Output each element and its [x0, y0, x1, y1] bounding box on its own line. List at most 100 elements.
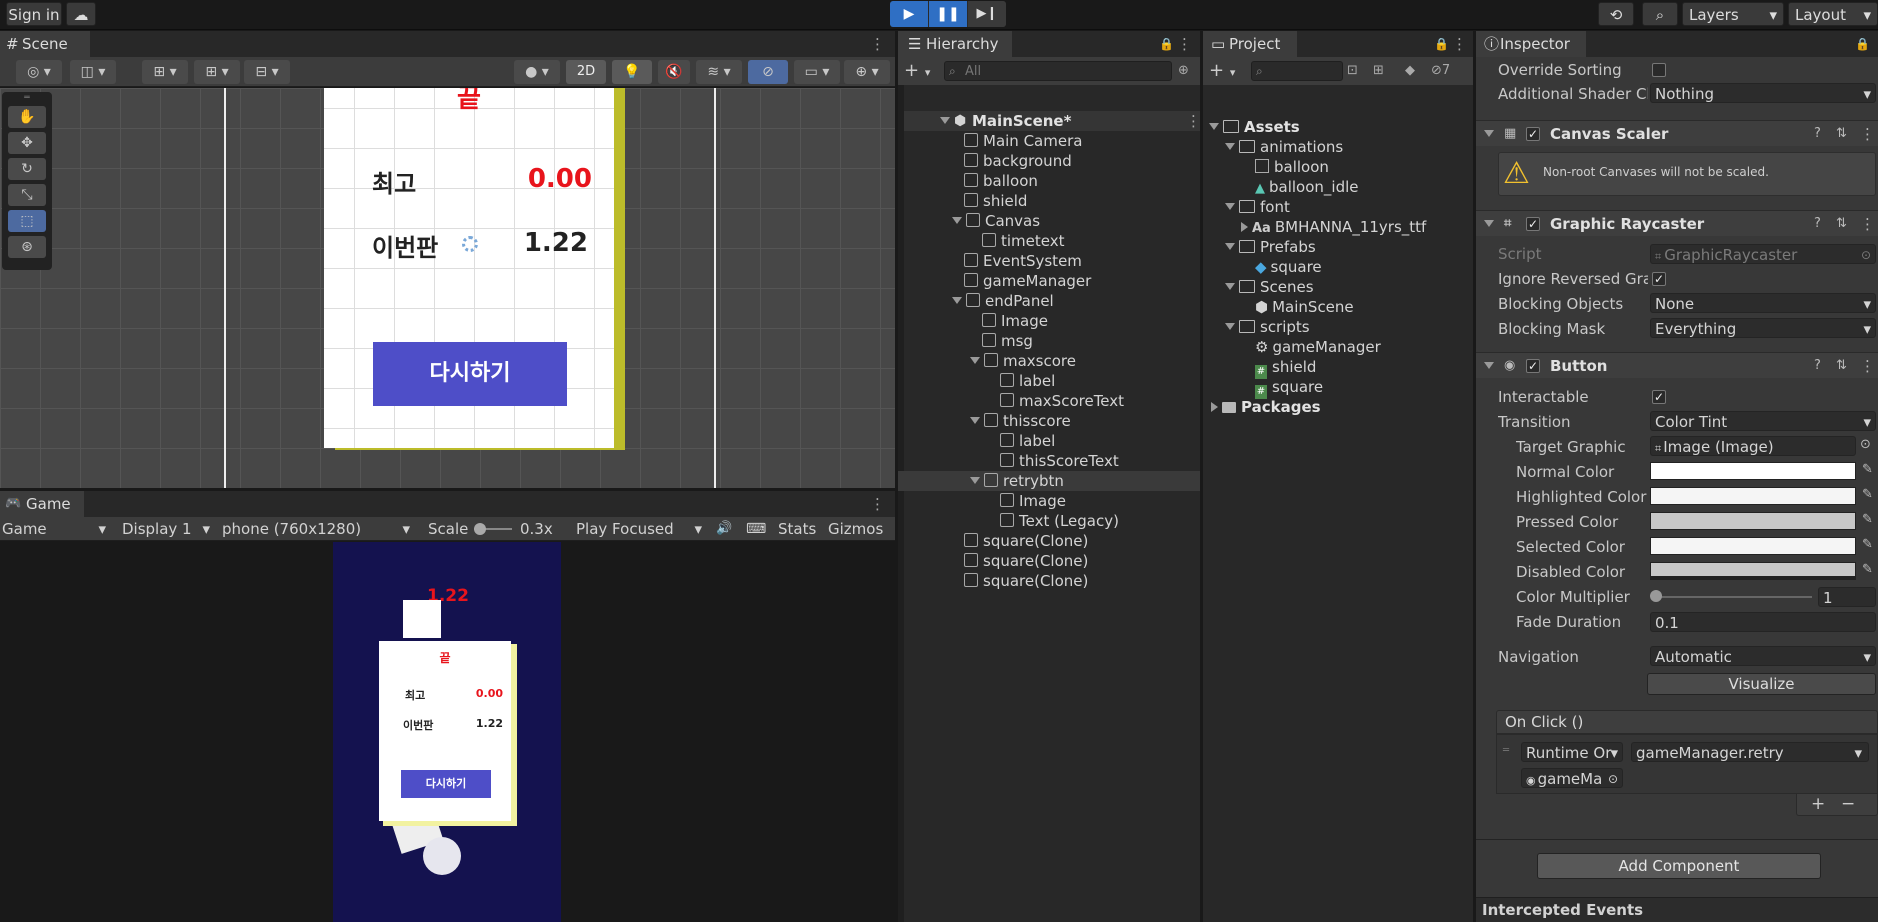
- color-multiplier-field[interactable]: 1: [1818, 587, 1876, 607]
- expand-arrow-icon[interactable]: [1209, 123, 1219, 130]
- list-item[interactable]: gameManager: [964, 271, 1091, 291]
- tab-inspector[interactable]: ⓘ Inspector: [1476, 31, 1586, 57]
- snap-icon[interactable]: ⊞ ▾: [194, 60, 240, 84]
- more-icon[interactable]: ⋮: [870, 491, 885, 517]
- runtime-dropdown[interactable]: Runtime Or ▾: [1521, 742, 1623, 762]
- lock-icon[interactable]: 🔒: [1434, 31, 1449, 57]
- hand-tool-icon[interactable]: ✋: [8, 106, 46, 128]
- expand-arrow-icon[interactable]: [1225, 323, 1235, 330]
- draw-mode-dropdown[interactable]: ◎ ▾: [16, 60, 62, 84]
- list-item[interactable]: ⚙ gameManager: [1255, 337, 1381, 357]
- list-item[interactable]: label: [1000, 431, 1055, 451]
- object-picker-icon[interactable]: ⊙: [1860, 437, 1871, 452]
- eyedropper-icon[interactable]: ✎: [1862, 512, 1873, 527]
- fade-duration-field[interactable]: 0.1: [1650, 612, 1876, 632]
- speaker-icon[interactable]: 🔊: [716, 518, 732, 540]
- target-object-field[interactable]: ◉ gameMa ⊙: [1521, 768, 1623, 788]
- grid-snap-icon[interactable]: ⊞ ▾: [142, 60, 188, 84]
- lock-icon[interactable]: 🔒: [1855, 31, 1870, 57]
- list-item[interactable]: square(Clone): [964, 551, 1088, 571]
- cloud-icon[interactable]: ☁: [66, 2, 96, 26]
- list-item[interactable]: background: [964, 151, 1072, 171]
- display-dropdown[interactable]: Display 1 ▾: [122, 518, 214, 540]
- expand-arrow-icon[interactable]: [940, 117, 950, 124]
- resolution-dropdown[interactable]: phone (760x1280) ▾: [222, 518, 414, 540]
- target-graphic-field[interactable]: ⌗ Image (Image): [1650, 436, 1856, 456]
- list-item[interactable]: Image: [1000, 491, 1066, 511]
- blocking-objects-dropdown[interactable]: None ▾: [1650, 293, 1876, 313]
- filter-icon[interactable]: ⊕: [1178, 61, 1196, 81]
- shading-dropdown[interactable]: ◫ ▾: [70, 60, 116, 84]
- list-item[interactable]: shield: [964, 191, 1027, 211]
- more-icon[interactable]: ⋮: [1860, 121, 1875, 147]
- rotate-tool-icon[interactable]: ↻: [8, 158, 46, 180]
- search-icon[interactable]: ⌕: [1642, 2, 1678, 26]
- list-item[interactable]: square(Clone): [964, 571, 1088, 591]
- list-item[interactable]: ◆ square: [1255, 257, 1322, 277]
- expand-arrow-icon[interactable]: [970, 477, 980, 484]
- normal-color-swatch[interactable]: [1650, 462, 1856, 480]
- keyboard-icon[interactable]: ⌨: [746, 518, 766, 540]
- history-icon[interactable]: ⟲: [1598, 2, 1634, 26]
- pressed-color-swatch[interactable]: [1650, 512, 1856, 530]
- expand-arrow-icon[interactable]: [970, 357, 980, 364]
- expand-arrow-icon[interactable]: [1225, 243, 1235, 250]
- game-viewport[interactable]: 1.22 끝 최고 0.00 이번판 1.22 다시하기: [0, 542, 895, 922]
- increment-snap-icon[interactable]: ⊟ ▾: [244, 60, 290, 84]
- hidden-packages-icon[interactable]: ⊘7: [1431, 61, 1450, 81]
- list-item[interactable]: thisScoreText: [1000, 451, 1119, 471]
- help-icon[interactable]: ?: [1814, 211, 1821, 237]
- camera-icon[interactable]: ▭ ▾: [794, 60, 840, 84]
- play-button[interactable]: ▶: [890, 1, 928, 27]
- preset-icon[interactable]: ⇅: [1836, 353, 1847, 379]
- layers-dropdown[interactable]: Layers ▾: [1682, 2, 1784, 26]
- expand-arrow-icon[interactable]: [970, 417, 980, 424]
- graphic-raycaster-header[interactable]: ⌗ ✓ Graphic Raycaster ? ⇅ ⋮: [1476, 210, 1878, 236]
- eyedropper-icon[interactable]: ✎: [1862, 462, 1873, 477]
- blocking-mask-dropdown[interactable]: Everything ▾: [1650, 318, 1876, 338]
- scale-slider-thumb[interactable]: [474, 523, 486, 535]
- hierarchy-search-box[interactable]: ⌕: [944, 61, 1172, 81]
- override-sorting-checkbox[interactable]: [1652, 63, 1666, 77]
- list-item[interactable]: Image: [982, 311, 1048, 331]
- list-item[interactable]: Scenes: [1225, 277, 1314, 297]
- pause-button[interactable]: ❚❚: [929, 1, 967, 27]
- list-item[interactable]: ⬢ MainScene* ⋮: [904, 111, 1201, 131]
- more-icon[interactable]: ⋮: [1186, 111, 1201, 131]
- expand-arrow-icon[interactable]: [1211, 402, 1218, 412]
- button-enabled-checkbox[interactable]: ✓: [1526, 359, 1540, 373]
- tab-scene[interactable]: # Scene: [0, 31, 90, 57]
- list-item[interactable]: ▲ balloon_idle: [1255, 177, 1359, 197]
- type-filter-icon[interactable]: ⊞: [1373, 61, 1384, 81]
- more-icon[interactable]: ⋮: [1177, 31, 1192, 57]
- list-item[interactable]: msg: [982, 331, 1033, 351]
- expand-arrow-icon[interactable]: [1225, 143, 1235, 150]
- search-scope-icon[interactable]: ⊡: [1347, 61, 1358, 81]
- list-item[interactable]: Prefabs: [1225, 237, 1316, 257]
- more-icon[interactable]: ⋮: [870, 31, 885, 57]
- eyedropper-icon[interactable]: ✎: [1862, 562, 1873, 577]
- list-item[interactable]: Packages: [1211, 397, 1321, 417]
- retry-button[interactable]: 다시하기: [401, 770, 491, 798]
- list-item[interactable]: endPanel: [952, 291, 1054, 311]
- canvas-scaler-enabled-checkbox[interactable]: ✓: [1526, 127, 1540, 141]
- list-item[interactable]: balloon: [1255, 157, 1329, 177]
- eyedropper-icon[interactable]: ✎: [1862, 487, 1873, 502]
- more-icon[interactable]: ⋮: [1860, 353, 1875, 379]
- play-focused-dropdown[interactable]: Play Focused ▾: [576, 518, 706, 540]
- disabled-color-swatch[interactable]: [1650, 562, 1856, 580]
- drag-handle-icon[interactable]: ═: [10, 94, 44, 103]
- method-dropdown[interactable]: gameManager.retry ▾: [1631, 742, 1869, 762]
- lighting-icon[interactable]: 💡: [612, 60, 652, 84]
- interactable-checkbox[interactable]: ✓: [1652, 390, 1666, 404]
- transform-tool-icon[interactable]: ⊛: [8, 236, 46, 258]
- expand-arrow-icon[interactable]: [952, 217, 962, 224]
- list-item[interactable]: retrybtn: [970, 471, 1064, 491]
- list-item[interactable]: maxScoreText: [1000, 391, 1124, 411]
- expand-arrow-icon[interactable]: [1225, 203, 1235, 210]
- list-item[interactable]: balloon: [964, 171, 1038, 191]
- additional-shader-dropdown[interactable]: Nothing ▾: [1650, 83, 1876, 103]
- list-item[interactable]: Canvas: [952, 211, 1040, 231]
- object-picker-icon[interactable]: ⊙: [1608, 769, 1618, 787]
- collapse-arrow-icon[interactable]: [1484, 362, 1494, 369]
